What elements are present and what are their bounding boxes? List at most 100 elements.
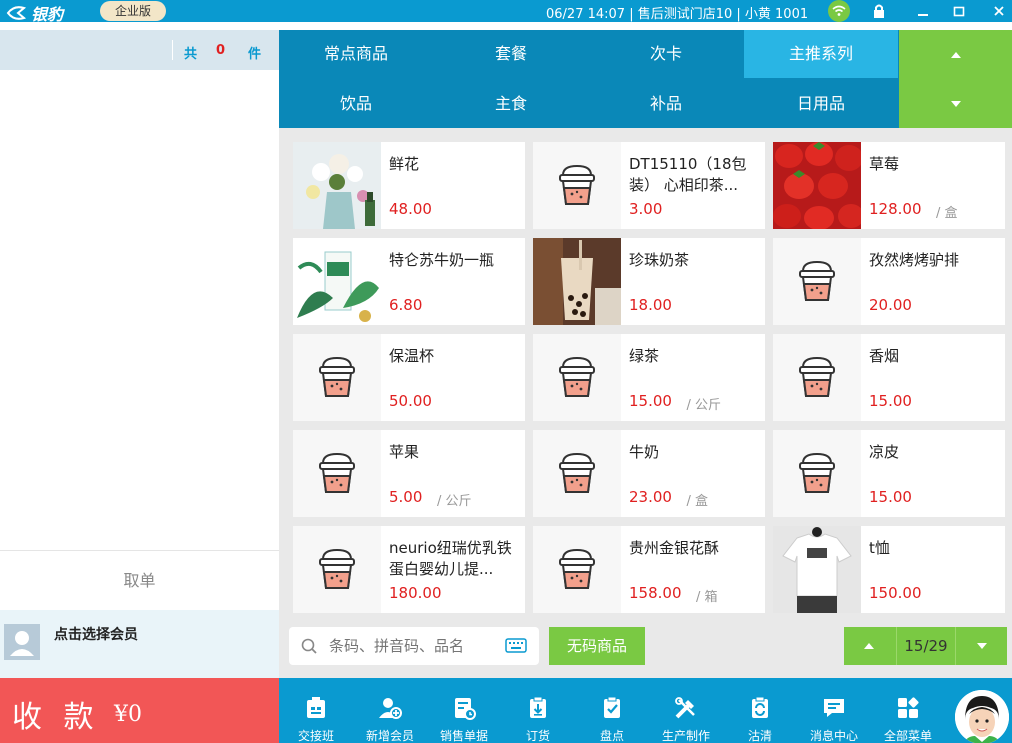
toolbar-button-all-menu[interactable]: 全部菜单	[871, 678, 945, 743]
toolbar-button-soldout[interactable]: 沽清	[723, 678, 797, 743]
checkout-label: 收 款	[12, 700, 100, 735]
search-box[interactable]	[289, 627, 539, 665]
tab-category[interactable]: 主食	[434, 80, 588, 128]
product-name: 孜然烤烤驴排	[869, 251, 960, 269]
maximize-icon[interactable]	[948, 0, 970, 22]
product-price: 180.00	[389, 584, 442, 602]
product-placeholder-icon	[533, 430, 621, 517]
toolbar-label: 订货	[525, 729, 550, 743]
production-icon	[675, 697, 695, 719]
product-name: 草莓	[869, 155, 900, 173]
search-input[interactable]	[329, 635, 489, 657]
toolbar-label: 沽清	[747, 729, 772, 743]
category-up-button[interactable]	[899, 30, 1012, 79]
product-name: 特仑苏牛奶一瓶	[389, 251, 495, 269]
bottom-toolbar: 交接班 新增会员 销售单据 订货 盘点 生产制作 沽清 消息中心 全部菜单	[279, 678, 1012, 743]
title-bar: 银豹 企业版 06/27 14:07 | 售后测试门店10 | 小黄 1001	[0, 0, 1012, 24]
tab-category[interactable]: 次卡	[589, 30, 743, 78]
product-name: DT15110（18包装） 心相印茶...	[629, 155, 747, 194]
tab-category[interactable]: 套餐	[434, 30, 588, 78]
next-page-button[interactable]	[957, 627, 1007, 665]
product-unit: / 盒	[686, 494, 709, 509]
toolbar-button-sales-docs[interactable]: 销售单据	[427, 678, 501, 743]
toolbar-button-production[interactable]: 生产制作	[649, 678, 723, 743]
product-card[interactable]: 草莓 128.00 / 盒	[773, 142, 1005, 229]
product-placeholder-icon	[773, 238, 861, 325]
category-tabs: 常点商品 套餐 次卡 主推系列 饮品 主食 补品 日用品	[279, 30, 899, 128]
toolbar-button-add-member[interactable]: 新增会员	[353, 678, 427, 743]
toolbar-label: 生产制作	[661, 729, 710, 743]
checkout-button[interactable]: 收 款 ¥0	[0, 678, 279, 743]
product-card[interactable]: t恤 150.00	[773, 526, 1005, 613]
product-image	[773, 526, 861, 613]
tab-category[interactable]: 补品	[589, 80, 743, 128]
toolbar-label: 消息中心	[809, 729, 858, 743]
app-name: 银豹	[31, 5, 64, 24]
tab-category[interactable]: 常点商品	[279, 30, 433, 78]
product-card[interactable]: 苹果 5.00 / 公斤	[293, 430, 525, 517]
product-placeholder-icon	[293, 526, 381, 613]
product-card[interactable]: 牛奶 23.00 / 盒	[533, 430, 765, 517]
retrieve-order-button[interactable]: 取单	[0, 550, 279, 610]
product-card[interactable]: 珍珠奶茶 18.00	[533, 238, 765, 325]
product-price: 158.00	[629, 584, 682, 602]
sales-docs-icon	[455, 698, 476, 720]
product-unit: / 公斤	[437, 494, 472, 509]
minimize-icon[interactable]	[912, 0, 934, 22]
tab-category-active[interactable]: 主推系列	[744, 30, 898, 78]
product-placeholder-icon	[533, 334, 621, 421]
product-name: 绿茶	[629, 347, 660, 365]
no-barcode-item-button[interactable]: 无码商品	[549, 627, 645, 665]
toolbar-button-handover[interactable]: 交接班	[279, 678, 353, 743]
product-placeholder-icon	[773, 334, 861, 421]
arrow-down-icon	[950, 100, 961, 107]
pager: 15/29	[844, 627, 1007, 665]
product-card[interactable]: 孜然烤烤驴排 20.00	[773, 238, 1005, 325]
item-count: 0	[216, 43, 226, 58]
arrow-up-icon	[864, 643, 874, 649]
product-name: 苹果	[389, 443, 420, 461]
toolbar-label: 新增会员	[365, 729, 414, 743]
product-card[interactable]: 特仑苏牛奶一瓶 6.80	[293, 238, 525, 325]
member-label: 点击选择会员	[54, 627, 138, 643]
cart-panel: 共 0 件 取单 点击选择会员 收 款 ¥0	[0, 30, 279, 743]
toolbar-button-message[interactable]: 消息中心	[797, 678, 871, 743]
product-name: 保温杯	[389, 347, 435, 365]
toolbar-button-order[interactable]: 订货	[501, 678, 575, 743]
toolbar-label: 全部菜单	[883, 729, 932, 743]
product-price: 5.00	[389, 488, 423, 506]
category-down-button[interactable]	[899, 79, 1012, 128]
product-name: 牛奶	[629, 443, 660, 461]
search-icon	[301, 638, 317, 654]
assistant-avatar[interactable]	[955, 690, 1009, 743]
select-member-button[interactable]: 点击选择会员	[0, 610, 279, 678]
message-icon	[824, 699, 844, 717]
product-card[interactable]: 贵州金银花酥 158.00 / 箱	[533, 526, 765, 613]
product-card[interactable]: 绿茶 15.00 / 公斤	[533, 334, 765, 421]
product-price: 20.00	[869, 296, 912, 314]
product-unit: / 箱	[696, 590, 718, 605]
tab-category[interactable]: 日用品	[744, 80, 898, 128]
product-price: 15.00	[869, 488, 912, 506]
product-card[interactable]: 凉皮 15.00	[773, 430, 1005, 517]
product-card[interactable]: neurio纽瑞优乳铁蛋白婴幼儿提... 180.00	[293, 526, 525, 613]
all-menu-icon	[898, 697, 919, 718]
product-placeholder-icon	[533, 142, 621, 229]
toolbar-button-inventory[interactable]: 盘点	[575, 678, 649, 743]
tab-category[interactable]: 饮品	[279, 80, 433, 128]
close-icon[interactable]	[988, 0, 1010, 22]
product-price: 23.00	[629, 488, 672, 506]
product-card[interactable]: 香烟 15.00	[773, 334, 1005, 421]
product-card[interactable]: 保温杯 50.00	[293, 334, 525, 421]
product-card[interactable]: DT15110（18包装） 心相印茶... 3.00	[533, 142, 765, 229]
product-image	[293, 238, 381, 325]
product-name: neurio纽瑞优乳铁蛋白婴幼儿提...	[389, 539, 512, 578]
wifi-icon[interactable]	[828, 0, 850, 22]
store-info: 06/27 14:07 | 售后测试门店10 | 小黄 1001	[546, 7, 809, 22]
prev-page-button[interactable]	[844, 627, 894, 665]
product-placeholder-icon	[533, 526, 621, 613]
product-card[interactable]: 鲜花 48.00	[293, 142, 525, 229]
product-image	[293, 142, 381, 229]
keyboard-icon[interactable]	[505, 638, 527, 653]
lock-icon[interactable]	[871, 3, 887, 19]
